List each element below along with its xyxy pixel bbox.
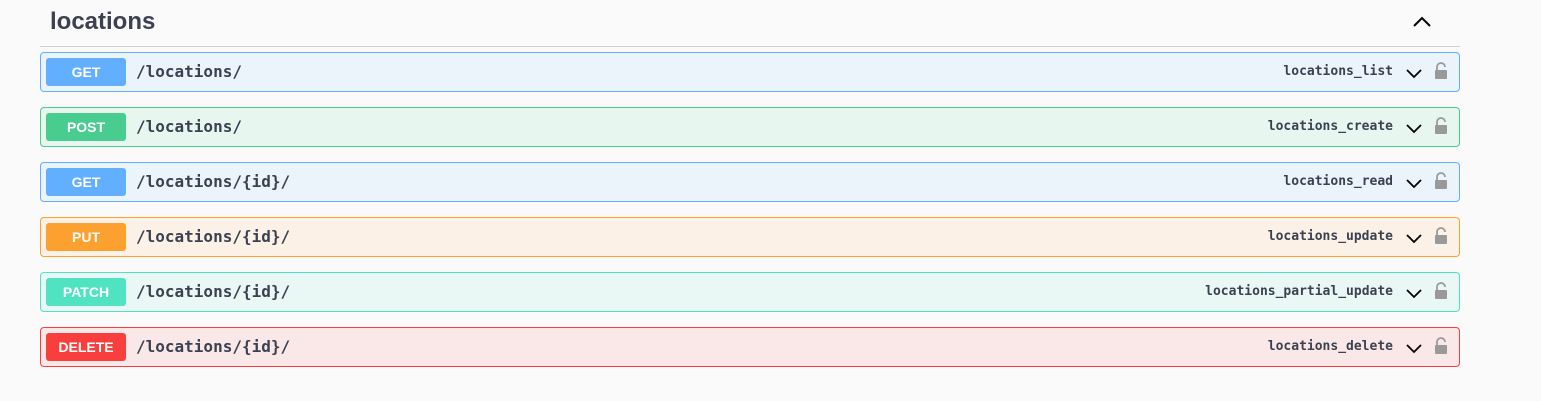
lock-icon[interactable] xyxy=(1433,61,1449,81)
operation-path: /locations/ xyxy=(136,117,242,136)
operation-id: locations_delete xyxy=(1267,339,1393,354)
chevron-up-icon[interactable] xyxy=(1410,10,1434,34)
tag-header[interactable]: locations xyxy=(40,0,1460,47)
method-badge: DELETE xyxy=(46,333,126,361)
chevron-down-icon[interactable] xyxy=(1405,174,1423,192)
operations-list: GET /locations/ locations_list POST /loc… xyxy=(40,52,1460,367)
chevron-down-icon[interactable] xyxy=(1405,119,1423,137)
tag-section: locations GET /locations/ locations_list… xyxy=(40,0,1460,382)
operation-id: locations_partial_update xyxy=(1205,284,1393,299)
operation-path: /locations/{id}/ xyxy=(136,337,291,356)
operation-id: locations_read xyxy=(1283,174,1393,189)
chevron-down-icon[interactable] xyxy=(1405,64,1423,82)
operation-locations-update[interactable]: PUT /locations/{id}/ locations_update xyxy=(40,217,1460,257)
method-badge: PUT xyxy=(46,223,126,251)
method-badge: GET xyxy=(46,168,126,196)
operation-locations-partial-update[interactable]: PATCH /locations/{id}/ locations_partial… xyxy=(40,272,1460,312)
operation-locations-read[interactable]: GET /locations/{id}/ locations_read xyxy=(40,162,1460,202)
method-badge: PATCH xyxy=(46,278,126,306)
operation-path: /locations/{id}/ xyxy=(136,227,291,246)
method-badge: POST xyxy=(46,113,126,141)
lock-icon[interactable] xyxy=(1433,116,1449,136)
chevron-down-icon[interactable] xyxy=(1405,229,1423,247)
operation-id: locations_list xyxy=(1283,64,1393,79)
lock-icon[interactable] xyxy=(1433,281,1449,301)
lock-icon[interactable] xyxy=(1433,171,1449,191)
chevron-down-icon[interactable] xyxy=(1405,339,1423,357)
operation-id: locations_create xyxy=(1267,119,1393,134)
operation-id: locations_update xyxy=(1267,229,1393,244)
chevron-down-icon[interactable] xyxy=(1405,284,1423,302)
operation-path: /locations/ xyxy=(136,62,242,81)
tag-title[interactable]: locations xyxy=(50,8,155,36)
lock-icon[interactable] xyxy=(1433,226,1449,246)
method-badge: GET xyxy=(46,58,126,86)
lock-icon[interactable] xyxy=(1433,336,1449,356)
operation-locations-create[interactable]: POST /locations/ locations_create xyxy=(40,107,1460,147)
operation-locations-delete[interactable]: DELETE /locations/{id}/ locations_delete xyxy=(40,327,1460,367)
operation-path: /locations/{id}/ xyxy=(136,172,291,191)
operation-path: /locations/{id}/ xyxy=(136,282,291,301)
operation-locations-list[interactable]: GET /locations/ locations_list xyxy=(40,52,1460,92)
